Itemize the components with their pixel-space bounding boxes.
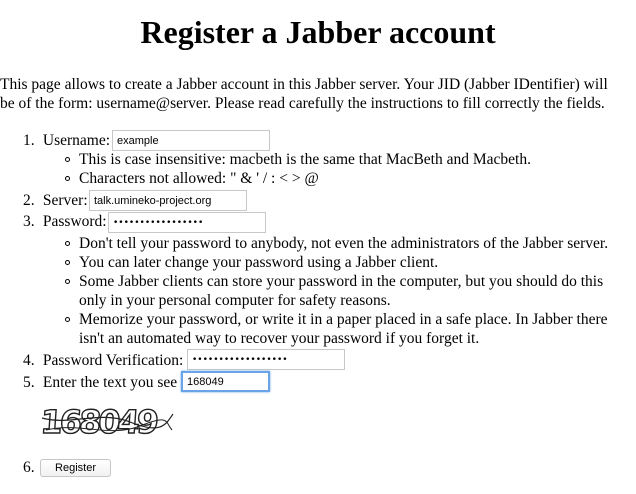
username-row: 1. Username: — [23, 131, 110, 150]
username-note-text: This is case insensitive: macbeth is the… — [79, 151, 531, 168]
password-note-item: Some Jabber clients can store your passw… — [64, 272, 608, 291]
password-label: Password: — [42, 213, 107, 230]
submit-row: 6. — [23, 458, 39, 477]
password-note-text: Don't tell your password to anybody, not… — [79, 235, 609, 252]
bullet-icon — [65, 157, 70, 162]
password-row: 3. Password: — [23, 212, 107, 231]
captcha-image: 168049 — [40, 402, 174, 442]
password-verify-label: Password Verification: — [42, 352, 184, 369]
username-note-item: Characters not allowed: " & ' / : < > @ — [64, 169, 531, 188]
password-verify-number: 4. — [23, 352, 35, 369]
registration-page: Register a Jabber account This page allo… — [0, 0, 636, 494]
password-note-item: Memorize your password, or write it in a… — [64, 310, 608, 329]
bullet-icon — [65, 260, 70, 265]
server-row: 2. Server: — [23, 191, 88, 210]
password-number: 3. — [23, 213, 35, 230]
submit-number: 6. — [23, 459, 35, 476]
username-number: 1. — [23, 132, 35, 149]
captcha-text: 168049 — [40, 403, 159, 441]
username-input[interactable] — [112, 130, 270, 151]
password-note-text: You can later change your password using… — [79, 254, 439, 271]
bullet-icon — [65, 176, 70, 181]
password-note-text: only in your personal computer for safet… — [79, 292, 391, 309]
server-number: 2. — [23, 192, 35, 209]
captcha-input[interactable] — [181, 371, 270, 392]
page-title: Register a Jabber account — [140, 14, 496, 50]
intro-line-1: This page allows to create a Jabber acco… — [0, 76, 608, 93]
intro-line-2: be of the form: username@server. Please … — [0, 95, 605, 112]
intro-paragraph: This page allows to create a Jabber acco… — [0, 75, 634, 113]
password-input[interactable] — [108, 212, 266, 233]
register-button[interactable]: Register — [40, 459, 111, 477]
username-label: Username: — [42, 132, 111, 149]
captcha-label: Enter the text you see — [42, 374, 178, 391]
username-note-text: Characters not allowed: " & ' / : < > @ — [79, 170, 319, 187]
password-note-text: isn't an automated way to recover your p… — [79, 330, 480, 347]
bullet-icon — [65, 279, 70, 284]
password-notes: Don't tell your password to anybody, not… — [64, 234, 608, 348]
password-note-item: You can later change your password using… — [64, 253, 608, 272]
captcha-number: 5. — [23, 374, 35, 391]
server-label: Server: — [42, 192, 88, 209]
username-note-item: This is case insensitive: macbeth is the… — [64, 150, 531, 169]
password-note-text: Memorize your password, or write it in a… — [79, 311, 608, 328]
password-verify-input[interactable] — [187, 349, 345, 370]
password-note-item: Don't tell your password to anybody, not… — [64, 234, 608, 253]
bullet-icon — [65, 317, 70, 322]
password-verify-row: 4. Password Verification: — [23, 351, 183, 370]
server-input[interactable] — [89, 190, 247, 211]
captcha-row: 5. Enter the text you see — [23, 373, 177, 392]
password-note-text: Some Jabber clients can store your passw… — [79, 273, 604, 290]
username-notes: This is case insensitive: macbeth is the… — [64, 150, 531, 188]
password-note-continuation: only in your personal computer for safet… — [64, 291, 608, 310]
password-note-continuation: isn't an automated way to recover your p… — [64, 329, 608, 348]
bullet-icon — [65, 241, 70, 246]
